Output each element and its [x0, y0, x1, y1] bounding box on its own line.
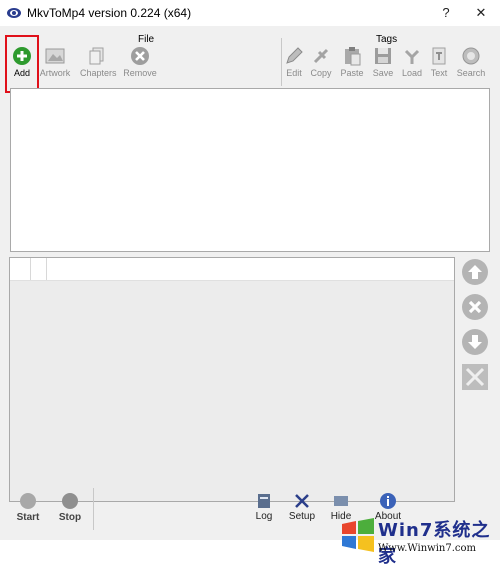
remove-label: Remove [123, 68, 157, 78]
copy-icon [313, 48, 329, 64]
stop-circle-icon [62, 493, 78, 509]
bottom-separator [93, 488, 94, 530]
setup-label: Setup [288, 511, 316, 522]
column-divider[interactable] [46, 258, 47, 280]
log-button[interactable]: Log [250, 492, 278, 522]
start-button[interactable]: Start [10, 492, 46, 523]
start-circle-icon [20, 493, 36, 509]
copy-button[interactable]: Copy [304, 46, 338, 92]
stop-label: Stop [58, 512, 82, 523]
file-list-panel[interactable] [10, 88, 490, 252]
watermark-title: Win7系统之家 [378, 520, 491, 567]
watermark: Win7系统之家 Www.Winwin7.com [338, 514, 498, 567]
setup-tools-icon [295, 494, 309, 508]
column-divider[interactable] [30, 258, 31, 280]
artwork-label: Artwork [39, 68, 71, 78]
track-list-header [10, 258, 454, 281]
setup-button[interactable]: Setup [287, 492, 317, 522]
tags-group-label: Tags [376, 34, 398, 45]
log-label: Log [255, 511, 273, 522]
hide-window-icon [334, 496, 348, 506]
start-label: Start [16, 512, 40, 523]
app-logo-icon [7, 8, 21, 18]
file-group-label: File [138, 34, 155, 45]
text-label: Text [430, 68, 448, 78]
tools-icon [462, 364, 488, 390]
tools-button[interactable] [461, 363, 489, 391]
copy-label: Copy [310, 68, 332, 78]
stop-button[interactable]: Stop [52, 492, 88, 523]
chapters-pages-icon [89, 47, 104, 65]
search-globe-icon [462, 47, 480, 65]
log-document-icon [258, 494, 270, 508]
chapters-label: Chapters [80, 68, 117, 78]
pencil-icon [286, 47, 303, 64]
artwork-button[interactable]: Artwork [38, 46, 72, 92]
close-button[interactable]: ✕ [470, 3, 492, 23]
move-up-button[interactable] [461, 258, 489, 286]
add-highlight-box [5, 35, 39, 93]
text-document-icon [432, 47, 446, 65]
help-button[interactable]: ? [435, 3, 457, 23]
remove-button[interactable]: Remove [123, 46, 157, 92]
title-bar: MkvToMp4 version 0.224 (x64) ? ✕ [0, 0, 500, 26]
main-client-area: File Tags Add Artwork Chapters Remove Ed… [0, 26, 500, 567]
artwork-image-icon [45, 48, 65, 64]
remove-x-icon [462, 294, 488, 320]
search-button[interactable]: Search [454, 46, 488, 92]
window-title: MkvToMp4 version 0.224 (x64) [27, 6, 192, 20]
arrow-up-icon [462, 259, 488, 285]
watermark-url: Www.Winwin7.com [378, 543, 476, 554]
windows-logo-icon [342, 518, 374, 552]
floppy-disk-icon [375, 48, 391, 64]
search-label: Search [456, 68, 486, 78]
about-info-icon [380, 493, 396, 509]
remove-circle-icon [131, 47, 149, 65]
arrow-down-icon [462, 329, 488, 355]
remove-track-button[interactable] [461, 293, 489, 321]
move-down-button[interactable] [461, 328, 489, 356]
text-button[interactable]: Text [422, 46, 456, 92]
chapters-button[interactable]: Chapters [80, 46, 117, 92]
paste-label: Paste [340, 68, 364, 78]
paste-clipboard-icon [345, 47, 361, 66]
paste-button[interactable]: Paste [335, 46, 369, 92]
load-arrow-icon [404, 49, 420, 64]
track-list-panel[interactable] [9, 257, 455, 502]
